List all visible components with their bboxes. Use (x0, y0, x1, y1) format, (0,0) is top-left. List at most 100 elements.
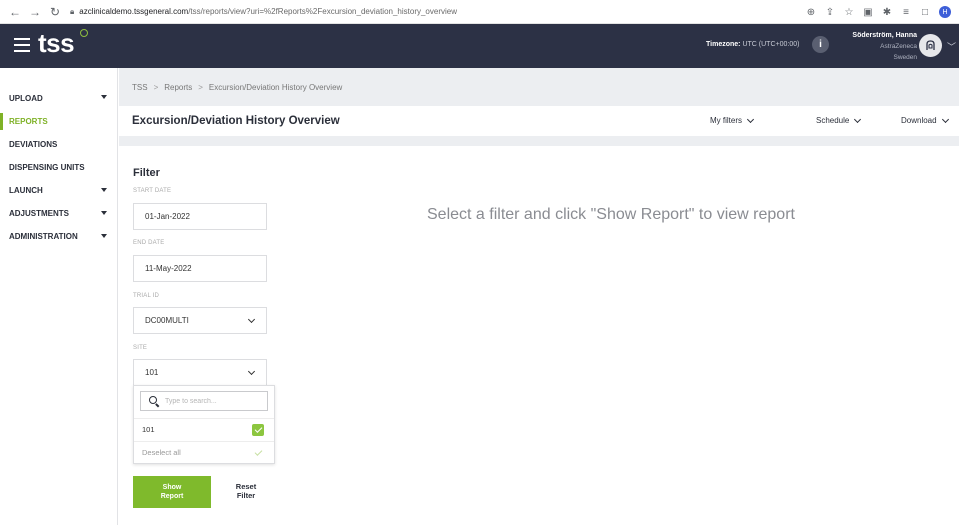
my-filters-button[interactable]: My filters (710, 115, 755, 125)
site-value: 101 (145, 368, 159, 377)
sidebar-item-upload[interactable]: UPLOAD (0, 86, 117, 110)
site-select[interactable]: 101 (133, 359, 267, 386)
share-icon[interactable]: ⇪ (825, 7, 835, 18)
sidebar-item-label: UPLOAD (9, 93, 43, 103)
breadcrumb-tss[interactable]: TSS (132, 83, 148, 92)
sidebar-item-launch[interactable]: LAUNCH (0, 179, 117, 202)
chevron-down-icon (247, 367, 256, 376)
show-report-line1: Show (162, 484, 182, 491)
chevron-down-icon (746, 115, 755, 123)
logo-ring-icon (80, 29, 88, 37)
star-icon[interactable]: ☆ (844, 7, 854, 18)
reset-line2: Filter (236, 491, 256, 500)
empty-report-message: Select a filter and click "Show Report" … (427, 206, 795, 223)
url-path: /tss/reports/view?uri=%2fReports%2Fexcur… (188, 7, 457, 16)
user-avatar-icon (926, 40, 935, 50)
start-date-field[interactable]: 01-Jan-2022 (133, 203, 267, 230)
extension-icon[interactable]: ▣ (863, 7, 873, 18)
browser-toolbar: ← → ↻ 🔒︎ azclinicaldemo.tssgeneral.com/t… (0, 0, 959, 24)
sidebar-item-label: DEVIATIONS (9, 140, 58, 149)
sidepanel-icon[interactable]: □ (920, 7, 930, 18)
breadcrumb-current: Excursion/Deviation History Overview (208, 82, 343, 92)
sidebar-item-label: ADJUSTMENTS (9, 209, 70, 218)
download-button[interactable]: Download (901, 115, 949, 125)
checkmark-icon (252, 447, 264, 459)
app-header: tss Timezone: UTC (UTC+00:00) i Söderstr… (0, 24, 959, 68)
sidebar-item-label: REPORTS (9, 117, 48, 126)
site-search[interactable] (140, 391, 268, 411)
sidebar-item-label: ADMINISTRATION (9, 232, 78, 241)
show-report-line2: Report (160, 493, 184, 500)
sidebar-item-administration[interactable]: ADMINISTRATION (0, 225, 117, 248)
breadcrumb-separator: > (198, 82, 203, 92)
back-arrow-icon[interactable]: ← (6, 3, 24, 21)
caret-down-icon (101, 211, 107, 215)
site-option-label: 101 (142, 425, 155, 434)
reset-filter-button[interactable]: Reset Filter (226, 482, 266, 500)
filter-heading: Filter (133, 167, 160, 179)
chevron-down-icon (854, 115, 862, 123)
sidebar-item-dispensing-units[interactable]: DISPENSING UNITS (0, 156, 117, 179)
lock-icon: 🔒︎ (70, 6, 75, 16)
forward-arrow-icon[interactable]: → (26, 3, 44, 21)
user-menu-chevron-icon[interactable]: ﹀ (947, 40, 956, 53)
puzzle-icon[interactable]: ✱ (882, 7, 892, 18)
tss-logo: tss (38, 28, 75, 58)
breadcrumb-separator: > (153, 82, 159, 92)
search-icon (149, 396, 159, 406)
reading-list-icon[interactable]: ≡ (901, 7, 911, 18)
deselect-all-label: Deselect all (142, 448, 181, 457)
end-date-value: 11-May-2022 (145, 264, 192, 273)
my-filters-label: My filters (710, 116, 742, 125)
site-option[interactable]: 101 (134, 418, 274, 440)
user-info[interactable]: Söderström, Hanna AstraZeneca Sweden (852, 30, 917, 63)
start-date-value: 01-Jan-2022 (145, 212, 190, 221)
trial-id-label: TRIAL ID (133, 293, 160, 299)
sidebar-item-label: DISPENSING UNITS (9, 163, 85, 172)
timezone-value: UTC (UTC+00:00) (742, 41, 800, 48)
address-bar[interactable]: 🔒︎ azclinicaldemo.tssgeneral.com/tss/rep… (70, 3, 870, 21)
title-bar: Excursion/Deviation History Overview My … (119, 106, 959, 136)
sidebar-item-adjustments[interactable]: ADJUSTMENTS (0, 202, 117, 225)
user-country: Sweden (893, 54, 918, 61)
browser-profile-icon[interactable]: H (939, 6, 951, 18)
caret-down-icon (101, 188, 107, 192)
breadcrumb-reports[interactable]: Reports (164, 83, 192, 92)
end-date-field[interactable]: 11-May-2022 (133, 255, 267, 282)
divider-strip (119, 136, 959, 146)
trial-id-value: DC00MULTI (145, 316, 189, 325)
schedule-button[interactable]: Schedule (816, 115, 862, 125)
site-dropdown: 101 Deselect all (133, 385, 275, 464)
breadcrumb: TSS > Reports > Excursion/Deviation Hist… (119, 68, 959, 106)
show-report-button[interactable]: Show Report (133, 476, 211, 508)
trial-id-select[interactable]: DC00MULTI (133, 307, 267, 334)
reset-line1: Reset (235, 482, 257, 491)
zoom-icon[interactable]: ⊕ (806, 7, 816, 18)
info-icon[interactable]: i (812, 36, 829, 53)
download-label: Download (901, 116, 937, 125)
checkbox-checked-icon[interactable] (252, 424, 264, 436)
schedule-label: Schedule (816, 116, 850, 125)
user-name: Söderström, Hanna (852, 32, 917, 39)
sidebar-item-reports[interactable]: REPORTS (0, 110, 117, 133)
chevron-down-icon (247, 315, 256, 324)
site-label: SITE (133, 345, 148, 351)
reload-icon[interactable]: ↻ (46, 3, 64, 21)
sidebar: UPLOAD REPORTS DEVIATIONS DISPENSING UNI… (0, 68, 118, 525)
sidebar-item-label: LAUNCH (9, 186, 43, 195)
start-date-label: START DATE (133, 188, 172, 194)
user-company: AstraZeneca (880, 43, 917, 50)
page-title: Excursion/Deviation History Overview (132, 115, 340, 127)
hamburger-menu-icon[interactable] (14, 38, 30, 52)
timezone-label: Timezone: (706, 41, 741, 48)
end-date-label: END DATE (133, 240, 165, 246)
chevron-down-icon (941, 115, 949, 123)
url-host: azclinicaldemo.tssgeneral.com (79, 7, 189, 16)
caret-down-icon (101, 95, 107, 99)
avatar[interactable] (919, 34, 942, 57)
caret-down-icon (101, 234, 107, 238)
timezone-display: Timezone: UTC (UTC+00:00) (706, 41, 799, 48)
sidebar-item-deviations[interactable]: DEVIATIONS (0, 133, 117, 156)
site-search-input[interactable] (165, 397, 265, 405)
deselect-all-option[interactable]: Deselect all (134, 441, 274, 463)
